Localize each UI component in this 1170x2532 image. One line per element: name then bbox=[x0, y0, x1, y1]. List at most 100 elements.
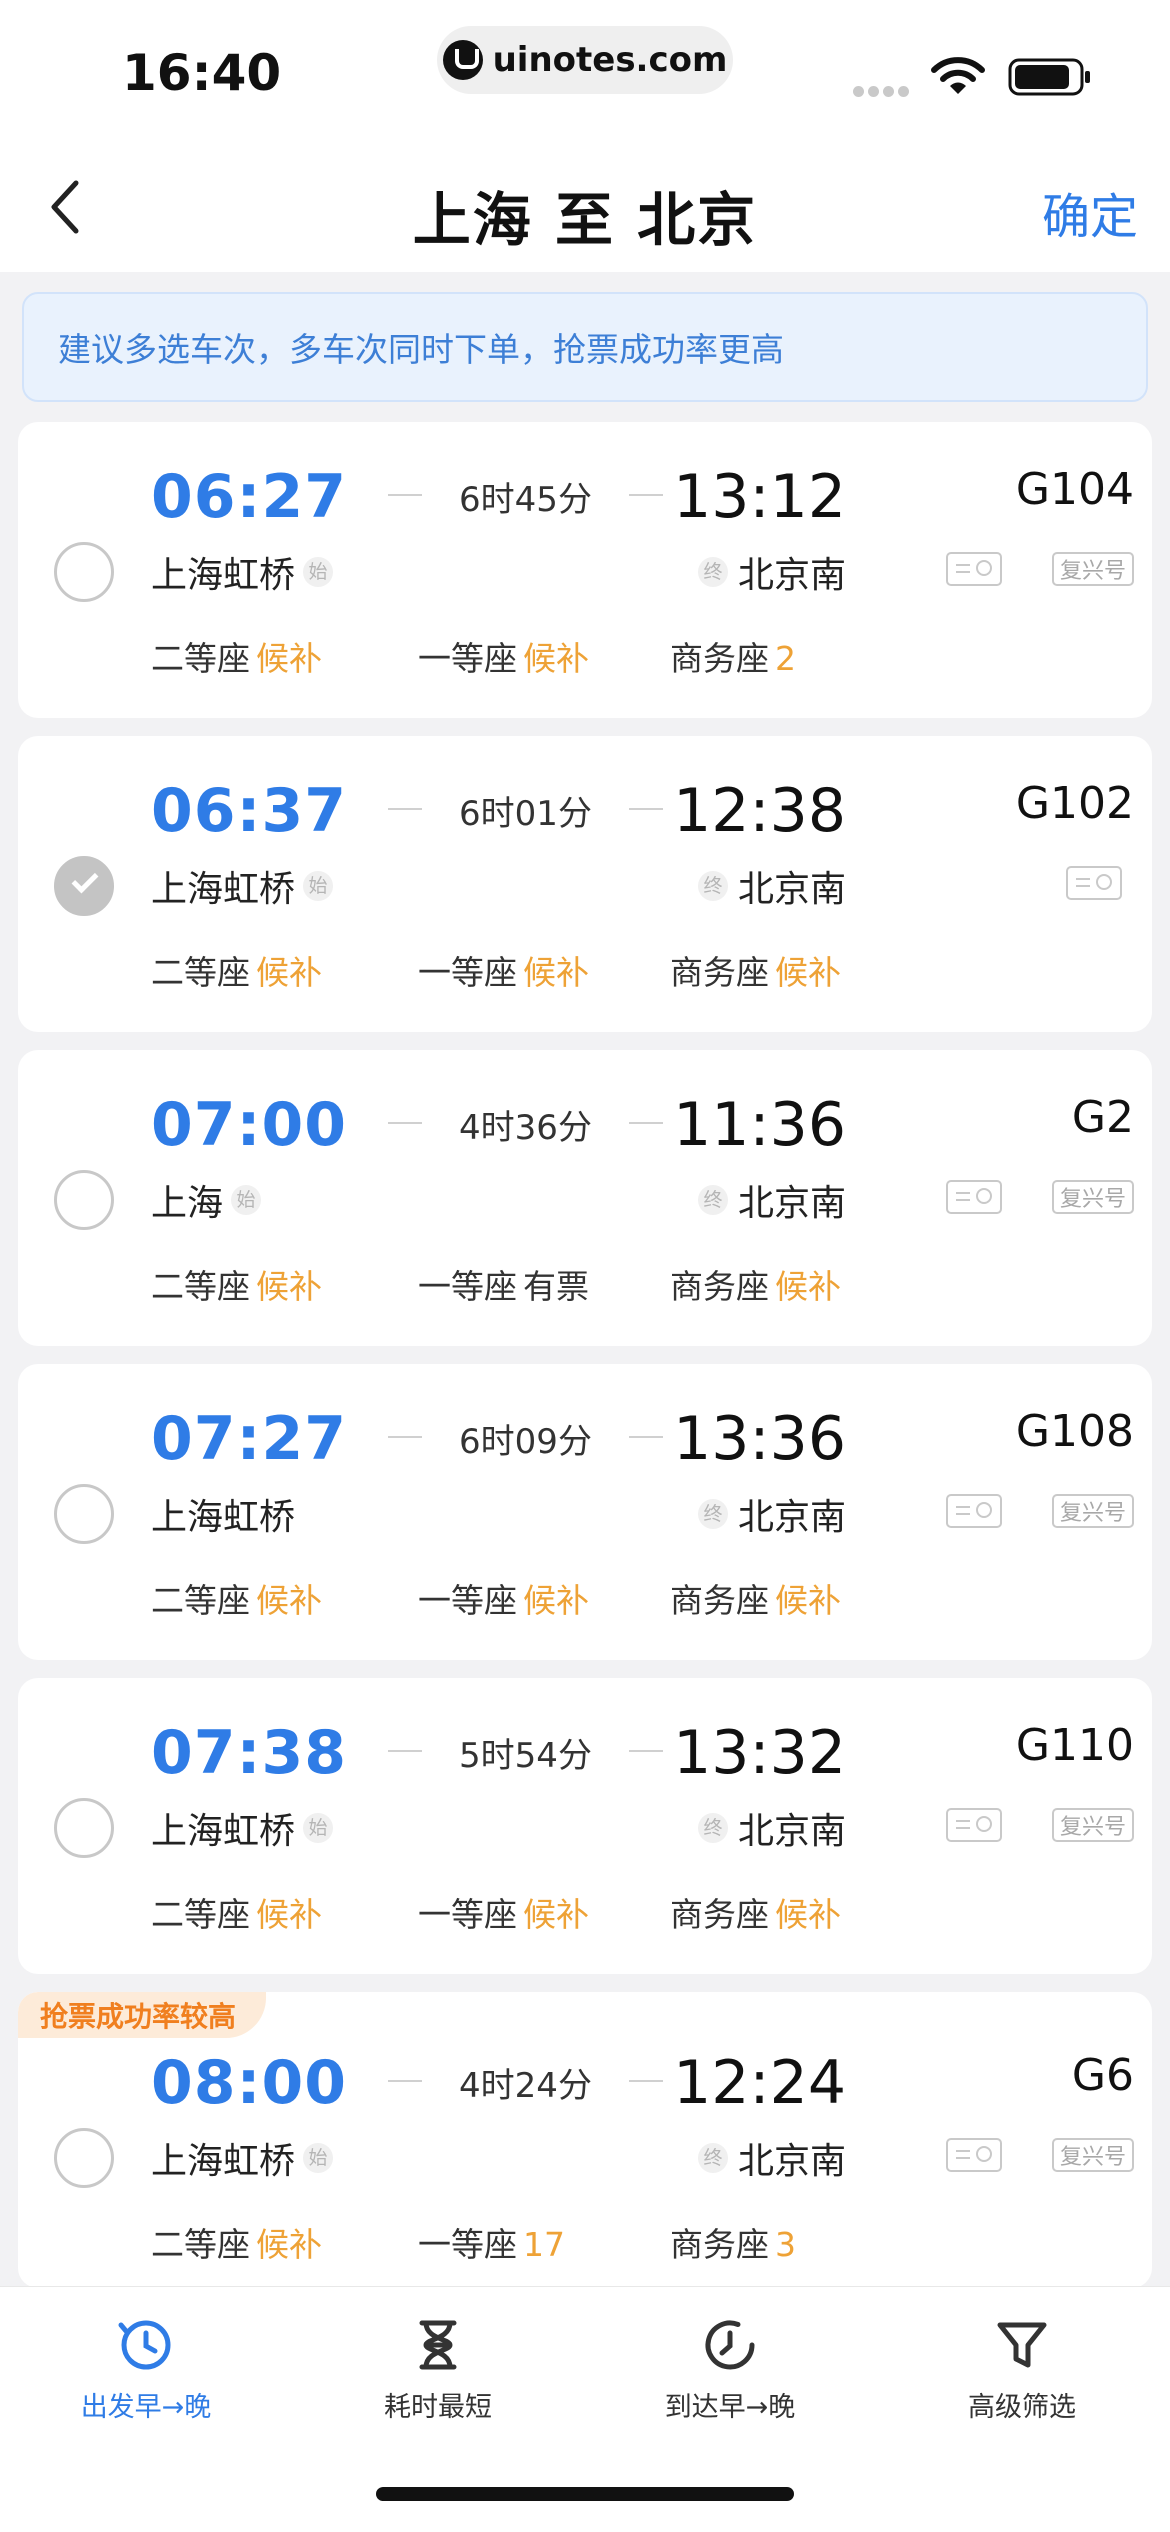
travel-duration: 6时09分 bbox=[388, 1414, 663, 1463]
status-bar: 16:40 uinotes.com bbox=[0, 0, 1170, 145]
departure-station-name: 上海虹桥 bbox=[151, 1811, 296, 1852]
status-time: 16:40 bbox=[122, 44, 282, 102]
check-icon bbox=[71, 866, 99, 894]
arrival-station: 终 北京南 bbox=[697, 1802, 846, 1854]
tab-label: 出发早→晚 bbox=[80, 2392, 212, 2423]
seat-second-class: 二等座 候补 bbox=[151, 639, 322, 678]
terminal-tag: 终 bbox=[697, 2143, 728, 2173]
arrival-station-name: 北京南 bbox=[737, 1811, 846, 1852]
arrival-station-name: 北京南 bbox=[737, 2141, 846, 2182]
terminal-tag: 终 bbox=[697, 557, 728, 587]
home-indicator bbox=[376, 2487, 794, 2501]
tab-depart-early[interactable]: 出发早→晚 bbox=[0, 2315, 292, 2424]
tab-label: 耗时最短 bbox=[384, 2392, 492, 2423]
arrival-station: 终 北京南 bbox=[697, 2132, 846, 2184]
departure-station: 上海虹桥 bbox=[151, 1488, 295, 1540]
seat-business-class: 商务座 候补 bbox=[670, 1581, 841, 1620]
train-card[interactable]: 07:27 6时09分 13:36 G108 上海虹桥 终 北京南 复兴号 二等… bbox=[18, 1364, 1152, 1660]
train-number: G110 bbox=[1015, 1720, 1134, 1771]
tab-advanced-filter[interactable]: 高级筛选 bbox=[876, 2315, 1168, 2424]
travel-duration: 6时45分 bbox=[388, 472, 663, 521]
id-card-icon bbox=[946, 1808, 1002, 1842]
terminal-tag: 终 bbox=[697, 1813, 728, 1843]
seat-second-class: 二等座 候补 bbox=[151, 1581, 322, 1620]
seat-second-class: 二等座 候补 bbox=[151, 2225, 322, 2264]
departure-time: 08:00 bbox=[151, 2048, 347, 2118]
departure-station-name: 上海 bbox=[151, 1183, 224, 1224]
arrival-time: 11:36 bbox=[673, 1090, 846, 1160]
departure-time: 07:38 bbox=[151, 1718, 347, 1788]
tab-label: 到达早→晚 bbox=[664, 2392, 796, 2423]
fuxing-badge: 复兴号 bbox=[1051, 1808, 1134, 1842]
train-number: G6 bbox=[1071, 2050, 1134, 2101]
travel-duration: 4时36分 bbox=[388, 1100, 663, 1149]
cellular-signal-icon bbox=[853, 82, 913, 101]
travel-duration: 5时54分 bbox=[388, 1728, 663, 1777]
departure-station-name: 上海虹桥 bbox=[151, 1497, 296, 1538]
arrival-time: 12:24 bbox=[673, 2048, 846, 2118]
seat-first-class: 一等座 候补 bbox=[418, 1895, 589, 1934]
train-card[interactable]: 06:27 6时45分 13:12 G104 上海虹桥 始 终 北京南 复兴号 … bbox=[18, 422, 1152, 718]
battery-icon bbox=[1008, 58, 1090, 96]
select-radio[interactable] bbox=[54, 1484, 114, 1544]
arrival-time: 13:12 bbox=[673, 462, 846, 532]
select-radio[interactable] bbox=[54, 1170, 114, 1230]
fuxing-badge: 复兴号 bbox=[1051, 2138, 1134, 2172]
id-card-icon bbox=[946, 1180, 1002, 1214]
select-radio[interactable] bbox=[54, 2128, 114, 2188]
arrival-clock-icon bbox=[705, 2320, 755, 2370]
seat-business-class: 商务座 2 bbox=[670, 639, 796, 678]
tab-arrive-early[interactable]: 到达早→晚 bbox=[584, 2315, 876, 2424]
departure-station-name: 上海虹桥 bbox=[151, 869, 296, 910]
departure-station: 上海虹桥 始 bbox=[151, 1802, 334, 1854]
arrival-station-name: 北京南 bbox=[737, 869, 846, 910]
arrival-station-name: 北京南 bbox=[737, 555, 846, 596]
page-title: 上海 至 北京 bbox=[412, 186, 758, 254]
seat-business-class: 商务座 候补 bbox=[670, 1895, 841, 1934]
departure-station: 上海虹桥 始 bbox=[151, 860, 334, 912]
id-card-icon bbox=[946, 2138, 1002, 2172]
id-card-icon bbox=[1066, 866, 1122, 900]
departure-time: 07:00 bbox=[151, 1090, 347, 1160]
tab-shortest-duration[interactable]: 耗时最短 bbox=[292, 2315, 584, 2424]
train-number: G102 bbox=[1015, 778, 1134, 829]
arrival-station: 终 北京南 bbox=[697, 1174, 846, 1226]
fuxing-badge: 复兴号 bbox=[1051, 552, 1134, 586]
url-text: uinotes.com bbox=[492, 40, 728, 80]
arrival-station-name: 北京南 bbox=[737, 1497, 846, 1538]
arrival-time: 13:32 bbox=[673, 1718, 846, 1788]
url-pill[interactable]: uinotes.com bbox=[437, 26, 733, 94]
travel-duration: 6时01分 bbox=[388, 786, 663, 835]
departure-station: 上海虹桥 始 bbox=[151, 546, 334, 598]
confirm-button[interactable]: 确定 bbox=[1042, 177, 1138, 247]
select-radio[interactable] bbox=[54, 856, 114, 916]
arrival-station-name: 北京南 bbox=[737, 1183, 846, 1224]
arrival-station: 终 北京南 bbox=[697, 546, 846, 598]
train-card[interactable]: 07:38 5时54分 13:32 G110 上海虹桥 始 终 北京南 复兴号 … bbox=[18, 1678, 1152, 1974]
origin-tag: 始 bbox=[303, 2143, 334, 2173]
seat-first-class: 一等座 候补 bbox=[418, 1581, 589, 1620]
origin-tag: 始 bbox=[303, 871, 334, 901]
id-card-icon bbox=[946, 1494, 1002, 1528]
train-card[interactable]: 抢票成功率较高 08:00 4时24分 12:24 G6 上海虹桥 始 终 北京… bbox=[18, 1992, 1152, 2288]
hourglass-icon bbox=[419, 2320, 457, 2370]
arrival-time: 12:38 bbox=[673, 776, 846, 846]
seat-first-class: 一等座 候补 bbox=[418, 639, 589, 678]
seat-first-class: 一等座 候补 bbox=[418, 953, 589, 992]
departure-time: 06:27 bbox=[151, 462, 347, 532]
origin-tag: 始 bbox=[303, 557, 334, 587]
seat-second-class: 二等座 候补 bbox=[151, 1895, 322, 1934]
train-card[interactable]: 07:00 4时36分 11:36 G2 上海 始 终 北京南 复兴号 二等座候… bbox=[18, 1050, 1152, 1346]
origin-tag: 始 bbox=[231, 1185, 262, 1215]
arrival-time: 13:36 bbox=[673, 1404, 846, 1474]
seat-first-class: 一等座 17 bbox=[418, 2225, 565, 2264]
departure-time: 06:37 bbox=[151, 776, 347, 846]
terminal-tag: 终 bbox=[697, 1185, 728, 1215]
tab-label: 高级筛选 bbox=[968, 2392, 1076, 2423]
departure-station: 上海虹桥 始 bbox=[151, 2132, 334, 2184]
fuxing-badge: 复兴号 bbox=[1051, 1494, 1134, 1528]
select-radio[interactable] bbox=[54, 542, 114, 602]
select-radio[interactable] bbox=[54, 1798, 114, 1858]
site-logo-icon bbox=[442, 40, 483, 80]
train-card[interactable]: 06:37 6时01分 12:38 G102 上海虹桥 始 终 北京南 二等座候… bbox=[18, 736, 1152, 1032]
